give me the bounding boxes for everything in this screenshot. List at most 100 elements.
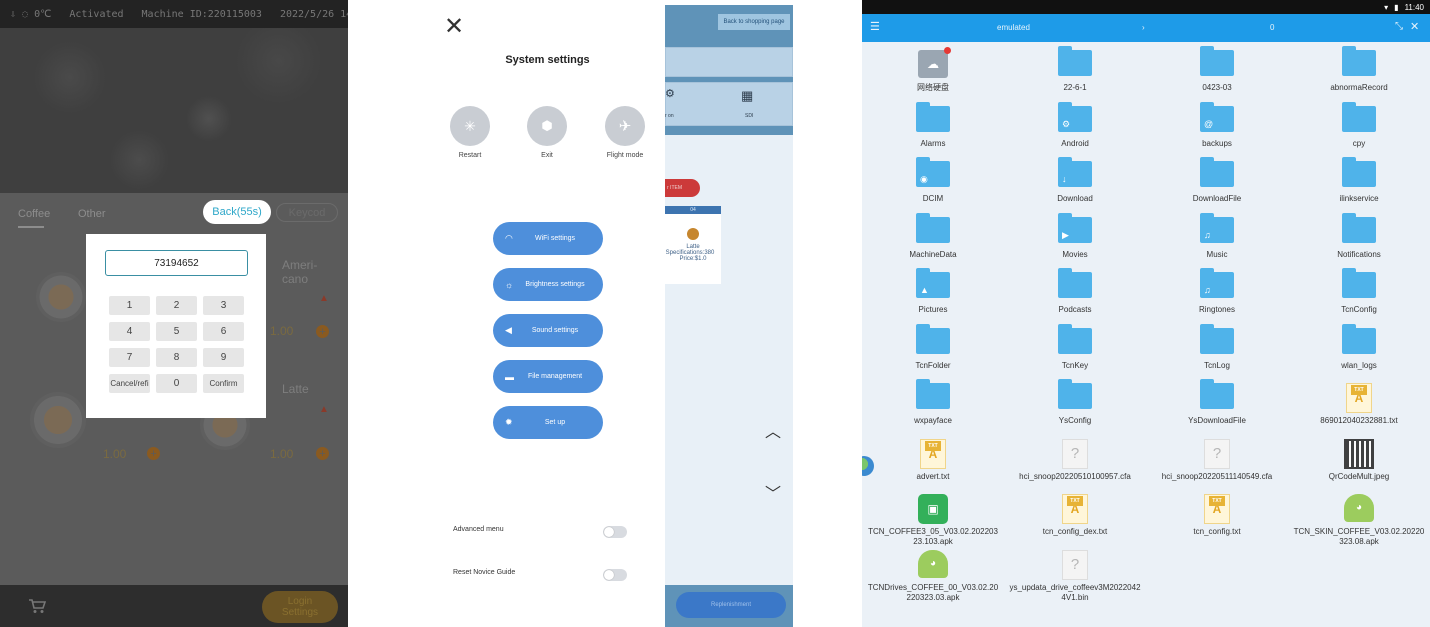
resize-icon[interactable]: ⤡ — [1395, 21, 1403, 32]
folder-item[interactable]: YsConfig — [1004, 377, 1146, 426]
file-item[interactable]: A 869012040232881.txt — [1288, 377, 1430, 426]
back-countdown-button[interactable]: Back(55s) — [203, 200, 271, 224]
folder-icon — [916, 101, 950, 132]
add-left-product-icon[interactable]: + — [147, 447, 160, 460]
folder-item[interactable]: ⚙ Android — [1004, 100, 1146, 149]
key-6[interactable]: 6 — [203, 322, 244, 341]
file-name: YsConfig — [1058, 416, 1092, 425]
file-name: ys_updata_drive_coffeev3M20220424V1.bin — [1009, 582, 1141, 602]
close-icon[interactable]: ✕ — [1410, 20, 1419, 33]
add-latte-icon[interactable]: + — [316, 447, 329, 460]
key-9[interactable]: 9 — [203, 348, 244, 367]
advanced-menu-toggle[interactable] — [603, 526, 627, 538]
background-red-pill[interactable]: r ITEM — [665, 179, 700, 197]
folder-item[interactable]: wxpayface — [862, 377, 1004, 426]
tab-other[interactable]: Other — [78, 208, 106, 220]
folder-item[interactable]: TcnLog — [1146, 322, 1288, 371]
folder-icon: ♫ — [1200, 268, 1234, 298]
confirm-key[interactable]: Confirm — [203, 374, 244, 393]
folder-item[interactable]: DownloadFile — [1146, 155, 1288, 204]
exit-button[interactable]: ⬢ — [527, 106, 567, 146]
file-toolbar: ☰ emulated › 0 ⤡ ✕ — [862, 14, 1430, 42]
folder-item[interactable]: TcnKey — [1004, 322, 1146, 371]
folder-item[interactable]: Alarms — [862, 100, 1004, 149]
login-settings-button[interactable]: Login Settings — [262, 591, 338, 623]
folder-item[interactable]: ilinkservice — [1288, 155, 1430, 204]
menu-icon[interactable]: ☰ — [870, 20, 880, 33]
scroll-down-icon[interactable]: ﹀ — [765, 480, 781, 504]
set-up-button[interactable]: ✹ Set up — [493, 406, 603, 439]
folder-item[interactable]: @ backups — [1146, 100, 1288, 149]
folder-item[interactable]: YsDownloadFile — [1146, 377, 1288, 426]
file-item[interactable]: ▣ TCN_COFFEE3_05_V03.02.20220323.103.apk — [862, 488, 1004, 547]
folder-icon — [1200, 379, 1234, 409]
android-apk-icon: ◕ — [1344, 494, 1374, 522]
cart-icon[interactable] — [28, 598, 46, 614]
folder-item[interactable]: ↓ Download — [1004, 155, 1146, 204]
sound-settings-button[interactable]: ◀ Sound settings — [493, 314, 603, 347]
add-americano-icon[interactable]: + — [316, 325, 329, 338]
replenishment-button[interactable]: Replenishment — [676, 592, 786, 618]
key-1[interactable]: 1 — [109, 296, 150, 315]
folder-item[interactable]: ♫ Music — [1146, 211, 1288, 260]
file-name: tcn_config_dex.txt — [1042, 527, 1108, 536]
restart-button[interactable]: ✳ — [450, 106, 490, 146]
cancel-refill-key[interactable]: Cancel/refi — [109, 374, 150, 393]
file-management-button[interactable]: ▬ File management — [493, 360, 603, 393]
folder-item[interactable]: ▶ Movies — [1004, 211, 1146, 260]
status-machine-id: Machine ID:220115003 — [141, 8, 262, 20]
file-item[interactable]: ? hci_snoop20220511140549.cfa — [1146, 433, 1288, 482]
folder-item[interactable]: abnormaRecord — [1288, 44, 1430, 93]
flight-mode-button[interactable]: ✈ — [605, 106, 645, 146]
close-icon[interactable]: ✕ — [444, 12, 464, 40]
key-7[interactable]: 7 — [109, 348, 150, 367]
file-item[interactable]: ? ys_updata_drive_coffeev3M20220424V1.bin — [1004, 544, 1146, 603]
tile-label-left: r on — [665, 113, 674, 119]
file-item[interactable]: Aadvert.txt — [862, 433, 1004, 482]
folder-item[interactable]: TcnFolder — [862, 322, 1004, 371]
folder-item[interactable]: ♫ Ringtones — [1146, 266, 1288, 315]
file-item[interactable]: ◕ TCNDrives_COFFEE_00_V03.02.20220323.03.… — [862, 544, 1004, 603]
folder-item[interactable]: ◉ DCIM — [862, 155, 1004, 204]
file-item[interactable]: ◕ TCN_SKIN_COFFEE_V03.02.20220323.08.apk — [1288, 488, 1430, 547]
tab-coffee[interactable]: Coffee — [18, 208, 50, 220]
file-item[interactable]: ☁ 网络硬盘 — [862, 44, 1004, 93]
file-name: MachineData — [909, 249, 957, 259]
key-5[interactable]: 5 — [156, 322, 197, 341]
folder-item[interactable]: TcnConfig — [1288, 266, 1430, 315]
product-image-left-2[interactable] — [30, 392, 86, 448]
keycode-button[interactable]: Keycod — [276, 203, 338, 222]
file-item[interactable]: ? hci_snoop20220510100957.cfa — [1004, 433, 1146, 482]
latte-product-card[interactable]: 04 Latte Specifications:380 Price:$1.0 — [665, 206, 721, 284]
password-field[interactable]: 73194652 — [105, 250, 248, 276]
key-4[interactable]: 4 — [109, 322, 150, 341]
file-name: Android — [1061, 138, 1089, 148]
file-item[interactable]: QrCodeMult.jpeg — [1288, 433, 1430, 482]
reset-novice-guide-toggle[interactable] — [603, 569, 627, 581]
brightness-settings-button[interactable]: ☼ Brightness settings — [493, 268, 603, 301]
key-3[interactable]: 3 — [203, 296, 244, 315]
file-name: backups — [1202, 138, 1232, 148]
folder-item[interactable]: 22-6-1 — [1004, 44, 1146, 93]
folder-item[interactable]: wlan_logs — [1288, 322, 1430, 371]
current-path[interactable]: emulated — [997, 23, 1030, 32]
folder-icon — [916, 323, 950, 354]
folder-item[interactable]: Podcasts — [1004, 266, 1146, 315]
file-item[interactable]: Atcn_config_dex.txt — [1004, 488, 1146, 537]
file-item[interactable]: Atcn_config.txt — [1146, 488, 1288, 537]
file-name: 0423-03 — [1202, 83, 1232, 92]
product-image-left-1[interactable] — [36, 272, 86, 322]
wifi-settings-button[interactable]: ◠ WiFi settings — [493, 222, 603, 255]
folder-item[interactable]: MachineData — [862, 211, 1004, 260]
key-2[interactable]: 2 — [156, 296, 197, 315]
folder-item[interactable]: ▲ Pictures — [862, 266, 1004, 315]
back-to-shopping-button[interactable]: Back to shopping page — [718, 14, 790, 30]
product-name-americano: Ameri- cano — [282, 258, 318, 286]
scroll-up-icon[interactable]: ︿ — [765, 418, 781, 442]
key-0[interactable]: 0 — [156, 374, 197, 393]
folder-item[interactable]: Notifications — [1288, 211, 1430, 260]
folder-item[interactable]: 0423-03 — [1146, 44, 1288, 93]
folder-item[interactable]: cpy — [1288, 100, 1430, 149]
key-8[interactable]: 8 — [156, 348, 197, 367]
battery-icon: ▮ — [1394, 2, 1399, 12]
